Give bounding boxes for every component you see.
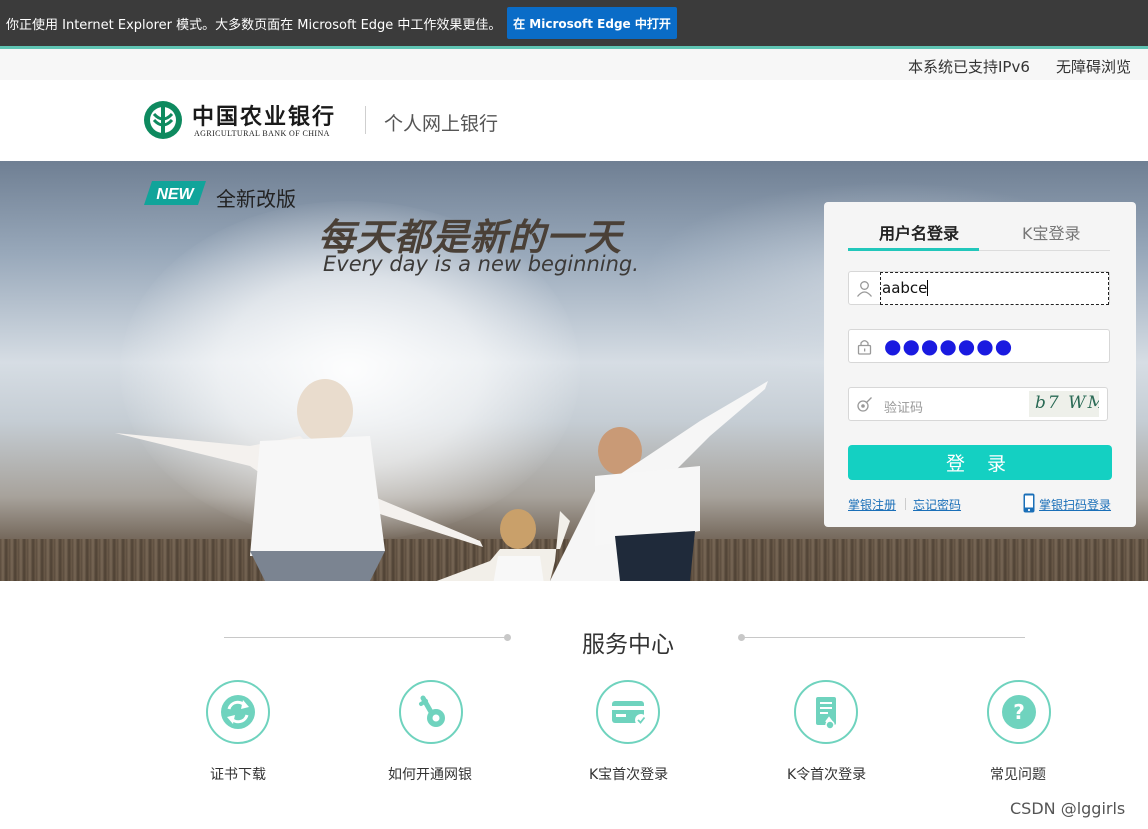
password-field[interactable]: ●●●●●●● [848,329,1110,363]
utility-bar: 本系统已支持IPv6 无障碍浏览 [0,49,1148,80]
hero-banner: NEW 全新改版 每天都是新的一天 Every day is a new beg… [0,161,1148,581]
service-title-dot-left [504,634,511,641]
tab-username-login[interactable]: 用户名登录 [879,220,959,244]
svg-text:?: ? [1013,700,1025,724]
ie-mode-message: 你正使用 Internet Explorer 模式。大多数页面在 Microso… [6,18,502,33]
tab-kbao-login[interactable]: K宝登录 [1022,220,1081,244]
captcha-field[interactable]: 验证码 b7 WM [848,387,1108,421]
service-kling-first-login[interactable] [794,680,858,744]
service-label-kbao-first-login[interactable]: K宝首次登录 [589,764,668,784]
link-separator [905,498,906,510]
active-tab-indicator [848,248,979,251]
site-header: 中国农业银行 AGRICULTURAL BANK OF CHINA 个人网上银行 [0,80,1148,161]
father-figure [550,381,768,581]
ie-mode-bar: 你正使用 Internet Explorer 模式。大多数页面在 Microso… [0,0,1148,46]
service-title-line-right [744,637,1025,638]
service-cert-download[interactable] [206,680,270,744]
logo-english-name: AGRICULTURAL BANK OF CHINA [194,129,330,138]
phone-icon [1023,493,1035,513]
token-icon [816,697,836,730]
captcha-input[interactable]: 验证码 [884,397,923,416]
user-icon [856,281,873,297]
username-input[interactable]: aabce [880,272,1109,305]
refresh-icon [221,695,255,729]
service-label-cert-download[interactable]: 证书下载 [210,764,266,784]
service-faq[interactable]: ? [987,680,1051,744]
new-badge-icon: NEW [144,181,206,205]
logo-chinese-name: 中国农业银行 [192,104,337,130]
login-panel: 用户名登录 K宝登录 aabce ●●●●●●● 验证码 b7 W 登 录 掌银… [824,202,1136,527]
lock-icon [857,340,872,355]
service-open-ebank[interactable] [399,680,463,744]
card-icon [612,701,647,726]
service-label-faq[interactable]: 常见问题 [990,764,1046,784]
key-icon [419,695,445,727]
password-input[interactable]: ●●●●●●● [884,336,1013,356]
username-field[interactable]: aabce [848,271,1110,305]
service-kbao-first-login[interactable] [596,680,660,744]
captcha-image-text: b7 WM [1035,393,1099,413]
service-label-open-ebank[interactable]: 如何开通网银 [388,764,472,784]
new-badge-text: NEW [156,186,195,203]
service-title-line-left [224,637,508,638]
captcha-image[interactable]: b7 WM [1029,391,1099,417]
text-caret [927,280,929,296]
open-in-edge-button[interactable]: 在 Microsoft Edge 中打开 [507,7,677,39]
header-divider [365,106,366,134]
mother-figure [115,379,483,581]
login-button[interactable]: 登 录 [848,445,1112,480]
register-link[interactable]: 掌银注册 [848,496,896,513]
csdn-watermark: CSDN @lggirls [1010,799,1126,818]
forgot-password-link[interactable]: 忘记密码 [913,496,961,513]
abc-logo-icon [144,101,182,139]
page-title: 个人网上银行 [384,113,499,135]
slogan-english: Every day is a new beginning. [323,252,639,276]
redesign-label: 全新改版 [216,187,296,211]
service-label-kling-first-login[interactable]: K令首次登录 [787,764,866,784]
child-figure [436,509,570,581]
service-center-title: 服务中心 [582,632,674,658]
question-icon: ? [1002,695,1036,729]
captcha-key-icon [857,397,872,412]
qr-login-link[interactable]: 掌银扫码登录 [1039,496,1111,513]
accessibility-link[interactable]: 无障碍浏览 [1056,56,1131,77]
username-value: aabce [882,279,928,297]
ipv6-link[interactable]: 本系统已支持IPv6 [908,56,1030,77]
hero-family-image [115,379,768,581]
